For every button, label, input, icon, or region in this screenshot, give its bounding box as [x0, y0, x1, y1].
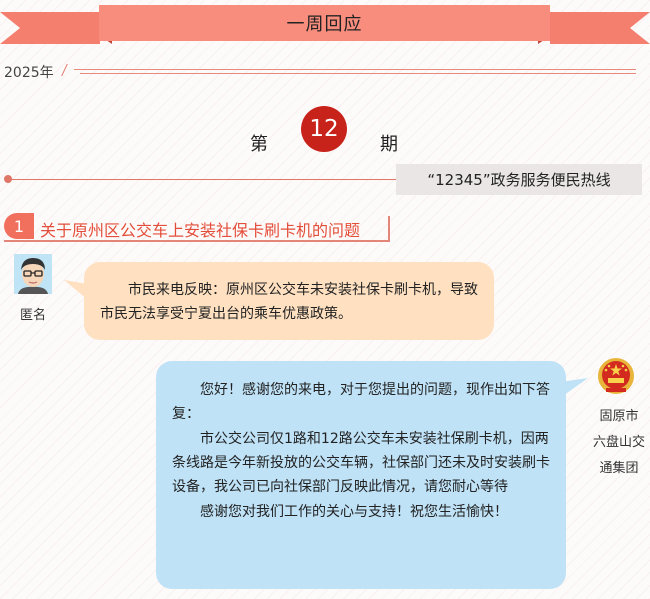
issue-number-badge: 12 — [301, 106, 347, 152]
reply-paragraph: 您好！感谢您的来电，对于您提出的问题，现作出如下答复： — [172, 382, 550, 422]
topic-number: 1 — [13, 216, 25, 236]
year-label: 2025年 — [4, 65, 54, 81]
year-divider-line-2 — [80, 73, 636, 74]
topic-number-badge: 1 — [4, 213, 34, 239]
reply-paragraph: 市公交公司仅1路和12路公交车未安装社保刷卡机，因两条线路是今年新投放的公交车辆… — [172, 431, 550, 495]
avatar — [14, 254, 52, 294]
issue-number: 12 — [309, 116, 339, 142]
topic-underline — [4, 240, 390, 242]
hotline-label: “12345”政务服务便民热线 — [396, 164, 642, 195]
citizen-name: 匿名 — [20, 308, 47, 323]
person-avatar-icon — [14, 254, 52, 294]
citizen-message-text: 市民来电反映：原州区公交车未安装社保卡刷卡机，导致市民无法享受宁夏出台的乘车优惠… — [100, 282, 478, 322]
issue-suffix: 期 — [380, 134, 398, 155]
topic-end-tick — [388, 216, 390, 240]
year-divider-line — [74, 69, 636, 70]
ribbon-tail-right — [550, 12, 650, 44]
reply-org-line: 固原市 — [599, 409, 639, 424]
header-banner: 一周回应 — [99, 5, 550, 41]
hotline-divider — [8, 179, 408, 180]
national-emblem-icon — [598, 358, 634, 394]
reply-message: 您好！感谢您的来电，对于您提出的问题，现作出如下答复： 市公交公司仅1路和12路… — [172, 378, 556, 525]
reply-org-line: 通集团 — [599, 461, 639, 476]
ribbon-tail-left — [0, 12, 100, 44]
reply-organization: 固原市 六盘山交 通集团 — [588, 404, 650, 482]
reply-org-line: 六盘山交 — [592, 435, 645, 450]
reply-paragraph: 感谢您对我们工作的关心与支持！祝您生活愉快！ — [200, 504, 508, 520]
issue-prefix: 第 — [250, 134, 268, 155]
topic-title: 关于原州区公交车上安装社保卡刷卡机的问题 — [40, 221, 361, 240]
citizen-message: 市民来电反映：原州区公交车未安装社保卡刷卡机，导致市民无法享受宁夏出台的乘车优惠… — [100, 278, 480, 326]
page-title: 一周回应 — [286, 14, 363, 35]
year-divider-slash — [61, 64, 76, 76]
